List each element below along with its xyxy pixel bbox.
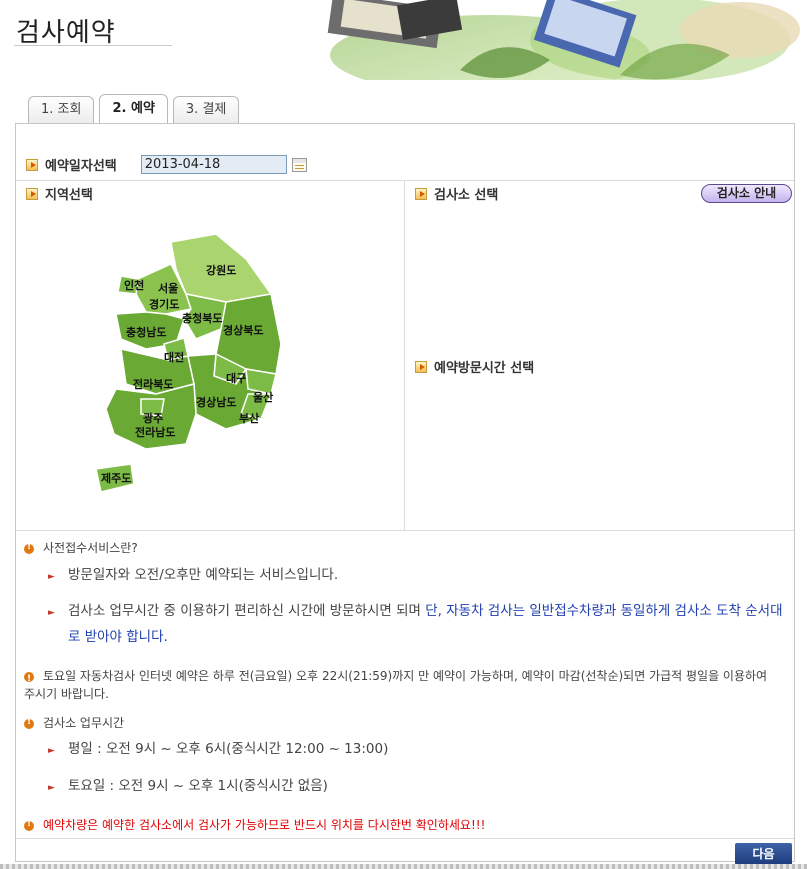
map-label-daejeon: 대전: [164, 350, 184, 364]
tab-reservation[interactable]: 2. 예약: [99, 94, 168, 123]
arrow-bullet-icon: [415, 187, 427, 200]
center-header: 검사소 선택: [415, 184, 498, 203]
warning-icon: [24, 670, 34, 688]
page-title: 검사예약: [16, 18, 116, 48]
note-text: 방문일자와 오전/오후만 예약되는 서비스입니다.: [68, 567, 339, 583]
note-text: 검사소 업무시간 중 이용하기 편리하신 시간에 방문하시면 되며 단, 자동차…: [48, 598, 788, 650]
bottom-border: [0, 864, 807, 869]
map-label-ulsan: 울산: [253, 390, 273, 404]
region-header: 지역선택: [26, 184, 93, 203]
tab-payment[interactable]: 3. 결제: [172, 96, 240, 123]
arrow-bullet-icon: [26, 187, 38, 200]
note-hours: 검사소 업무시간: [24, 714, 124, 731]
title-divider: [14, 45, 172, 46]
map-label-busan: 부산: [239, 411, 259, 425]
map-label-gwangju: 광주: [143, 412, 163, 425]
arrow-bullet-icon: [415, 360, 427, 373]
red-arrow-icon: ►: [48, 608, 55, 618]
center-label: 검사소 선택: [434, 188, 499, 203]
note-text: 토요일 자동차검사 인터넷 예약은 하루 전(금요일) 오후 22시(21:59…: [24, 669, 768, 701]
red-arrow-icon: ►: [48, 783, 55, 793]
map-label-seoul: 서울: [158, 281, 178, 295]
note-text: 예약차량은 예약한 검사소에서 검사가 가능하므로 반드시 위치를 다시한번 확…: [43, 818, 486, 832]
note-title: 검사소 업무시간: [43, 716, 125, 730]
map-label-jeju: 제주도: [101, 471, 131, 485]
map-label-daegu: 대구: [226, 371, 246, 385]
date-input[interactable]: [140, 155, 287, 174]
warning-icon: [24, 542, 34, 554]
note-item: ► 토요일 : 오전 9시 ~ 오후 1시(중식시간 없음): [48, 773, 778, 799]
map-label-jeonnam: 전라남도: [135, 425, 175, 439]
red-arrow-icon: ►: [48, 572, 55, 582]
note-item: ► 평일 : 오전 9시 ~ 오후 6시(중식시간 12:00 ~ 13:00): [48, 736, 778, 762]
reservation-panel: 예약일자선택 지역선택: [15, 123, 795, 865]
divider: [16, 180, 794, 181]
warning-icon: [24, 717, 34, 729]
note-warning: 예약차량은 예약한 검사소에서 검사가 가능하므로 반드시 위치를 다시한번 확…: [24, 816, 485, 833]
map-label-gyeonggi: 경기도: [149, 297, 179, 311]
note-item: ► 방문일자와 오전/오후만 예약되는 서비스입니다.: [48, 562, 778, 588]
map-label-incheon: 인천: [124, 278, 144, 292]
calendar-icon[interactable]: [291, 157, 307, 172]
date-label: 예약일자선택: [45, 159, 117, 174]
map-label-gyeongbuk: 경상북도: [223, 323, 263, 337]
reservation-page: 검사예약 1. 조회 2. 예약 3. 결제 예약일자선택 2013-04-18…: [0, 0, 807, 869]
visit-time-label: 예약방문시간 선택: [434, 361, 535, 376]
map-label-jeonbuk: 전라북도: [133, 377, 173, 391]
visit-time-header: 예약방문시간 선택: [415, 357, 534, 376]
map-label-gyeongnam: 경상남도: [196, 395, 236, 409]
note-text: 토요일 : 오전 9시 ~ 오후 1시(중식시간 없음): [68, 778, 328, 794]
center-guide-button[interactable]: 검사소 안내: [701, 184, 792, 203]
map-label-gangwon: 강원도: [206, 263, 236, 277]
note-title: 사전접수서비스란?: [43, 541, 138, 555]
map-label-chungbuk: 충청북도: [182, 311, 222, 325]
region-label: 지역선택: [45, 188, 93, 203]
divider: [16, 530, 794, 531]
red-arrow-icon: ►: [48, 746, 55, 756]
header-decoration-image: [320, 0, 807, 80]
note-saturday: 토요일 자동차검사 인터넷 예약은 하루 전(금요일) 오후 22시(21:59…: [24, 667, 774, 703]
date-row: 예약일자선택: [26, 155, 307, 174]
divider: [16, 838, 794, 839]
column-divider: [404, 181, 405, 531]
note-text-plain: 검사소 업무시간 중 이용하기 편리하신 시간에 방문하시면 되며: [68, 603, 426, 619]
next-button[interactable]: 다음: [735, 843, 792, 865]
note-text: 평일 : 오전 9시 ~ 오후 6시(중식시간 12:00 ~ 13:00): [68, 741, 389, 757]
korea-region-map: 강원도 인천 서울 경기도 충청북도 경상북도 충청남도 대전 대구 전라북도 …: [95, 234, 282, 493]
step-tabs: 1. 조회 2. 예약 3. 결제: [28, 94, 240, 123]
note-pre-service: 사전접수서비스란?: [24, 539, 138, 556]
map-label-chungnam: 충청남도: [126, 325, 166, 339]
warning-icon: [24, 819, 34, 831]
tab-inquiry[interactable]: 1. 조회: [28, 96, 95, 123]
note-item: ► 검사소 업무시간 중 이용하기 편리하신 시간에 방문하시면 되며 단, 자…: [48, 598, 788, 650]
arrow-bullet-icon: [26, 158, 38, 171]
